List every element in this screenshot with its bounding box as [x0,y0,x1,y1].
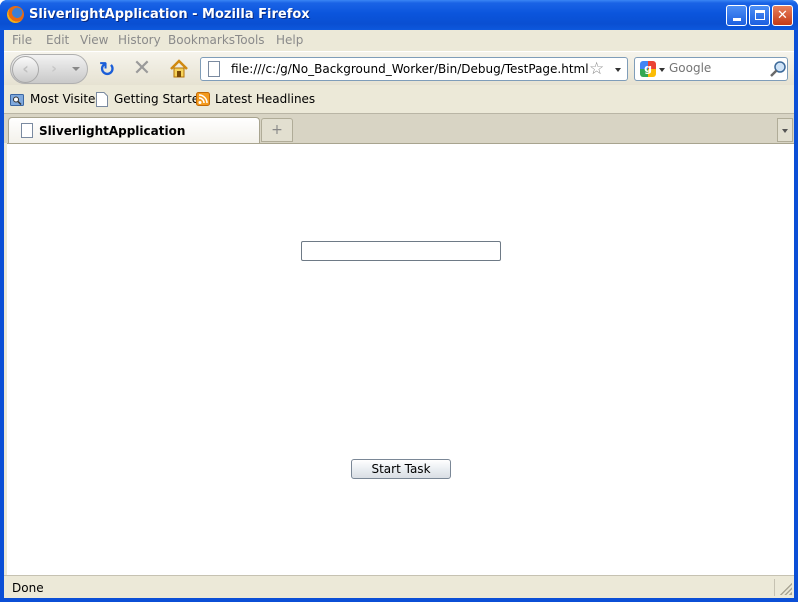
maximize-button[interactable] [749,5,770,26]
rss-feed-icon [196,92,210,106]
search-bar[interactable]: g [634,57,788,81]
navigation-toolbar: ‹ › ↻ ✕ file:///c:/g/No_Background_Worke… [4,51,794,85]
search-input[interactable] [669,61,765,75]
resize-grip-icon[interactable] [780,583,792,595]
status-text: Done [12,581,44,595]
bookmark-getting-started[interactable]: Getting Started [114,92,207,106]
close-button[interactable]: ✕ [772,5,793,26]
window-title: SliverlightApplication - Mozilla Firefox [29,7,310,22]
bookmarks-toolbar: Most Visited Getting Started Latest Head… [4,86,794,113]
menu-view[interactable]: View [80,33,108,47]
minimize-button[interactable] [726,5,747,26]
address-bar[interactable]: file:///c:/g/No_Background_Worker/Bin/De… [200,57,628,81]
menu-edit[interactable]: Edit [46,33,69,47]
minimize-icon [732,18,741,21]
engine-dropdown-icon[interactable] [659,68,665,72]
firefox-logo-icon [7,6,24,23]
page-icon [208,61,220,77]
chevron-down-icon [782,129,788,133]
back-forward-group: ‹ › [10,54,88,84]
home-icon [170,59,188,78]
bookmark-star-icon[interactable]: ☆ [589,59,604,79]
history-dropdown-icon[interactable] [72,67,80,71]
new-tab-button[interactable]: + [261,118,293,142]
bookmark-most-visited[interactable]: Most Visited [30,92,103,106]
title-bar[interactable]: SliverlightApplication - Mozilla Firefox… [0,0,798,30]
home-button[interactable] [168,58,190,80]
stop-button[interactable]: ✕ [131,58,153,80]
search-icon[interactable] [769,60,787,78]
menu-bookmarks[interactable]: Bookmarks [168,33,235,47]
menu-bar: File Edit View History Bookmarks Tools H… [4,30,794,51]
menu-tools[interactable]: Tools [235,33,265,47]
page-icon [21,123,33,138]
plus-icon: + [271,122,283,138]
forward-arrow-icon: › [51,61,57,77]
address-text[interactable]: file:///c:/g/No_Background_Worker/Bin/De… [231,62,589,76]
reload-button[interactable]: ↻ [96,58,118,80]
address-dropdown-icon[interactable] [615,68,621,72]
start-task-button[interactable]: Start Task [351,459,451,479]
forward-button[interactable]: › [43,60,65,79]
bookmark-latest-headlines[interactable]: Latest Headlines [215,92,315,106]
page-content: Start Task [7,143,794,575]
tab-strip: SliverlightApplication + [4,113,794,144]
list-all-tabs-button[interactable] [777,118,793,142]
result-textbox[interactable] [301,241,501,261]
status-bar: Done [4,575,794,598]
smart-folder-icon [10,94,24,106]
back-arrow-icon: ‹ [22,59,29,78]
tab-sliverlight-application[interactable]: SliverlightApplication [8,117,260,144]
page-icon [96,92,108,107]
reload-icon: ↻ [98,57,116,81]
stop-icon: ✕ [132,56,152,81]
tab-label: SliverlightApplication [39,124,186,138]
menu-help[interactable]: Help [276,33,303,47]
google-engine-icon[interactable]: g [640,61,656,77]
menu-file[interactable]: File [12,33,32,47]
status-divider [774,579,775,596]
back-button[interactable]: ‹ [12,56,39,83]
maximize-icon [754,10,765,20]
browser-chrome: File Edit View History Bookmarks Tools H… [4,30,794,598]
menu-history[interactable]: History [118,33,161,47]
browser-window: SliverlightApplication - Mozilla Firefox… [0,0,798,602]
